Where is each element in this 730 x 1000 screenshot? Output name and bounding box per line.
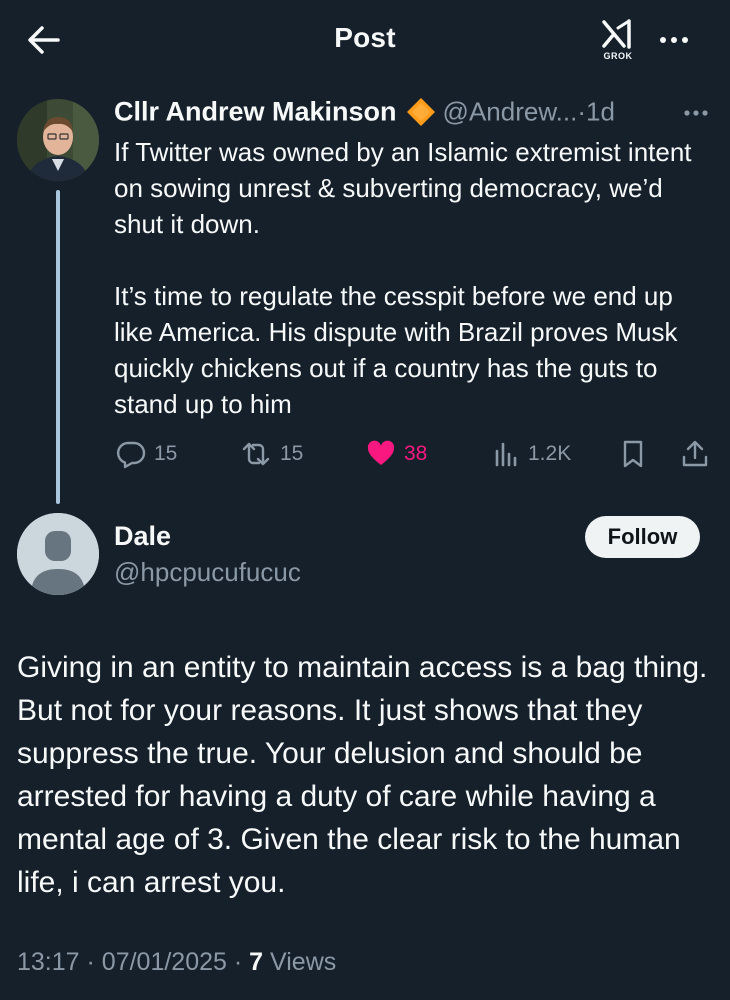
reply-text: Giving in an entity to maintain access i… xyxy=(17,651,708,899)
share-icon xyxy=(682,440,708,467)
separator: · xyxy=(86,948,95,976)
author-name[interactable]: Cllr Andrew Makinson xyxy=(114,97,397,127)
header-more-button[interactable] xyxy=(654,22,694,58)
repost-icon xyxy=(242,442,270,466)
bookmark-button[interactable] xyxy=(620,438,646,470)
profile-photo-icon xyxy=(17,99,99,181)
tweet-time[interactable]: 1d xyxy=(586,97,615,127)
parent-tweet-text: If Twitter was owned by an Islamic extre… xyxy=(114,134,714,422)
repost-action[interactable]: 15 xyxy=(240,438,303,470)
thread-line xyxy=(56,190,60,504)
more-icon xyxy=(660,37,688,43)
share-button[interactable] xyxy=(680,438,710,470)
views-icon xyxy=(495,442,517,467)
tweet-more-button[interactable] xyxy=(676,98,716,128)
bookmark-icon xyxy=(623,440,643,468)
like-action[interactable]: 38 xyxy=(366,438,427,470)
views-count: 1.2K xyxy=(528,442,572,465)
grok-label: GROK xyxy=(603,51,633,61)
like-count: 38 xyxy=(404,442,428,465)
grok-icon xyxy=(602,19,631,49)
separator: · xyxy=(233,948,243,976)
reply-action[interactable]: 15 xyxy=(116,438,177,470)
more-icon xyxy=(684,110,708,116)
follow-button[interactable]: Follow xyxy=(585,516,700,558)
heart-icon xyxy=(367,440,395,465)
reply-icon xyxy=(116,441,146,469)
repost-count: 15 xyxy=(280,442,304,465)
parent-tweet-header: Cllr Andrew Makinson @Andrew...·1d xyxy=(114,96,714,130)
views-count[interactable]: 7 xyxy=(249,948,263,976)
avatar[interactable] xyxy=(17,513,99,595)
views-label: Views xyxy=(270,948,337,976)
verified-badge-shape xyxy=(406,98,435,126)
separator: · xyxy=(577,96,587,127)
views-action[interactable]: 1.2K xyxy=(494,438,571,470)
post-meta: 13:17 · 07/01/2025 · 7 Views xyxy=(17,948,336,977)
post-time[interactable]: 13:17 xyxy=(17,948,80,976)
post-date[interactable]: 07/01/2025 xyxy=(102,948,227,976)
grok-button[interactable]: GROK xyxy=(596,18,640,64)
reply-count: 15 xyxy=(154,442,178,465)
author-name[interactable]: Dale xyxy=(114,521,171,552)
avatar[interactable] xyxy=(17,99,99,181)
default-avatar-icon xyxy=(17,513,99,595)
verified-badge-icon[interactable] xyxy=(405,96,437,128)
author-handle[interactable]: @Andrew... xyxy=(443,97,578,127)
author-handle[interactable]: @hpcpucufucuc xyxy=(114,557,301,588)
tweet-paragraph: It’s time to regulate the cesspit before… xyxy=(114,281,678,419)
tweet-paragraph: If Twitter was owned by an Islamic extre… xyxy=(114,137,692,239)
